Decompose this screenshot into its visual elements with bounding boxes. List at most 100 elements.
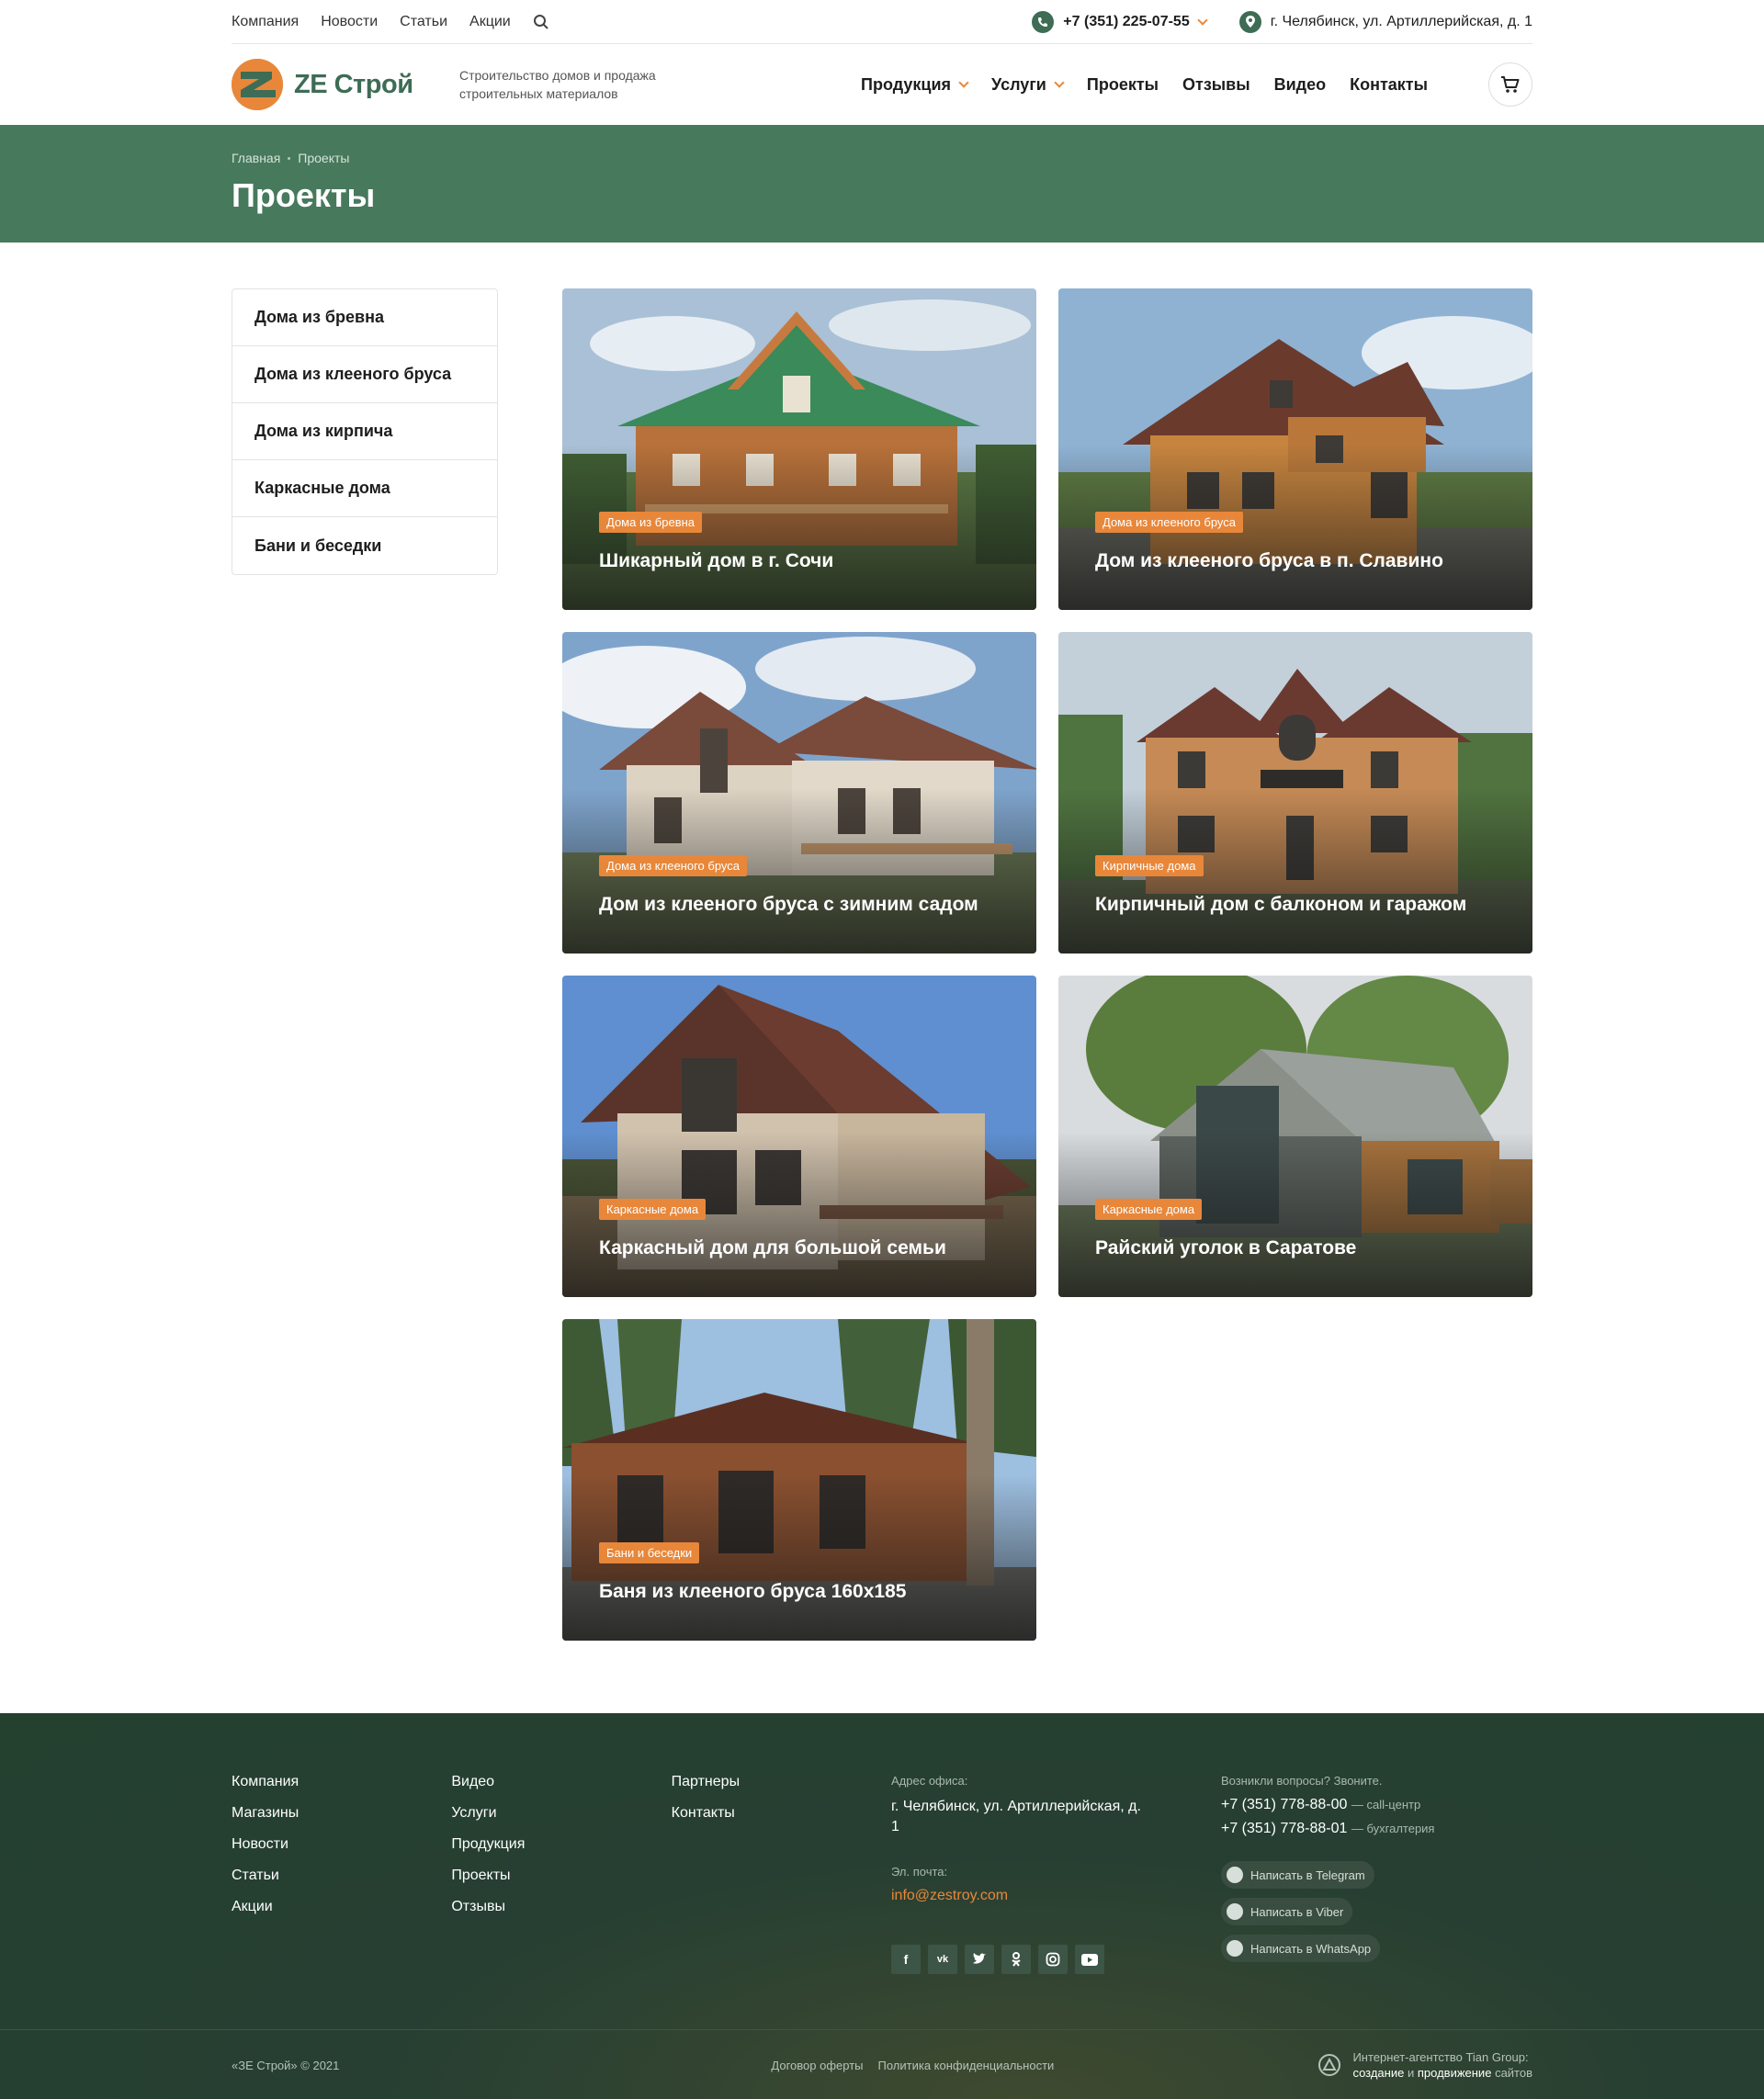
- project-title[interactable]: Баня из клееного бруса 160х185: [599, 1581, 906, 1603]
- projects-grid: Дома из бревна Шикарный дом в г. Сочи До…: [562, 288, 1532, 1641]
- top-link-company[interactable]: Компания: [232, 14, 299, 30]
- twitter-icon[interactable]: [964, 1945, 994, 1974]
- vk-icon[interactable]: vk: [927, 1945, 957, 1974]
- address-block: г. Челябинск, ул. Артиллерийская, д. 1: [1238, 10, 1532, 33]
- telegram-button[interactable]: Написать в Telegram: [1220, 1861, 1374, 1889]
- header-phone[interactable]: +7 (351) 225-07-55: [1063, 14, 1189, 30]
- footer-contacts: Возникли вопросы? Звоните. +7 (351) 778-…: [1220, 1774, 1532, 1974]
- cart-button[interactable]: [1488, 62, 1532, 107]
- project-card[interactable]: Кирпичные дома Кирпичный дом с балконом …: [1058, 632, 1532, 954]
- project-card[interactable]: Бани и беседки Баня из клееного бруса 16…: [562, 1319, 1036, 1641]
- top-link-articles[interactable]: Статьи: [400, 14, 447, 30]
- project-title[interactable]: Каркасный дом для большой семьи: [599, 1237, 946, 1259]
- footer-link[interactable]: Продукция: [451, 1836, 671, 1853]
- nav-projects[interactable]: Проекты: [1087, 75, 1159, 95]
- footer-col-services: Видео Услуги Продукция Проекты Отзывы: [451, 1774, 671, 1974]
- page-banner: Главная Проекты Проекты: [0, 125, 1764, 243]
- main-nav: Продукция Услуги Проекты Отзывы Видео Ко…: [861, 62, 1532, 107]
- sidebar-item-brick-houses[interactable]: Дома из кирпича: [232, 403, 497, 460]
- cart-icon: [1501, 76, 1520, 93]
- whatsapp-button[interactable]: Написать в WhatsApp: [1220, 1935, 1381, 1962]
- phone-dropdown[interactable]: +7 (351) 225-07-55: [1032, 10, 1208, 33]
- project-card[interactable]: Дома из клееного бруса Дом из клееного б…: [562, 632, 1036, 954]
- footer-bottom: «ЗЕ Строй» © 2021 Договор оферты Политик…: [0, 2029, 1764, 2099]
- agency-credit[interactable]: Интернет-агентство Tian Group: создание …: [1317, 2049, 1532, 2081]
- odnoklassniki-icon[interactable]: [1001, 1945, 1031, 1974]
- project-title[interactable]: Шикарный дом в г. Сочи: [599, 550, 833, 572]
- footer-link[interactable]: Видео: [451, 1774, 671, 1790]
- logo-mark-icon: [232, 59, 283, 110]
- address-label: Адрес офиса:: [890, 1774, 968, 1788]
- breadcrumb-separator: [288, 156, 291, 160]
- chevron-down-icon: [958, 77, 969, 88]
- footer-link[interactable]: Отзывы: [451, 1899, 671, 1915]
- footer-link[interactable]: Партнеры: [672, 1774, 891, 1790]
- project-category-badge: Каркасные дома: [599, 1199, 707, 1220]
- nav-video[interactable]: Видео: [1274, 75, 1327, 95]
- email-link[interactable]: info@zestroy.com: [891, 1888, 1221, 1904]
- main-header: ZE Строй Строительство домов и продажа с…: [232, 44, 1532, 125]
- project-card[interactable]: Дома из бревна Шикарный дом в г. Сочи: [562, 288, 1036, 610]
- phone-call-center[interactable]: +7 (351) 778-88-00 — call-центр: [1221, 1797, 1532, 1813]
- top-nav: Компания Новости Статьи Акции: [232, 14, 549, 30]
- tagline: Строительство домов и продажа строительн…: [459, 68, 656, 101]
- viber-button[interactable]: Написать в Viber: [1220, 1898, 1353, 1925]
- viber-icon: [1226, 1903, 1243, 1920]
- footer-office-info: Адрес офиса: г. Челябинск, ул. Артиллери…: [890, 1774, 1221, 1974]
- top-link-news[interactable]: Новости: [321, 14, 378, 30]
- nav-products[interactable]: Продукция: [861, 75, 969, 95]
- agency-logo-icon: [1318, 2054, 1341, 2076]
- breadcrumb-current: Проекты: [298, 151, 350, 165]
- footer-link[interactable]: Проекты: [451, 1868, 671, 1884]
- header-address: г. Челябинск, ул. Артиллерийская, д. 1: [1270, 13, 1532, 29]
- projects-content: Дома из бревна Дома из клееного бруса До…: [232, 243, 1532, 1641]
- offer-agreement-link[interactable]: Договор оферты: [771, 2059, 863, 2072]
- footer-col-company: Компания Магазины Новости Статьи Акции: [232, 1774, 451, 1974]
- privacy-policy-link[interactable]: Политика конфиденциальности: [878, 2059, 1055, 2072]
- page-title: Проекты: [232, 176, 376, 214]
- breadcrumb: Главная Проекты: [232, 151, 1532, 165]
- instagram-icon[interactable]: [1037, 1945, 1068, 1974]
- footer-link[interactable]: Компания: [232, 1774, 451, 1790]
- agency-services: создание и продвижение сайтов: [1352, 2066, 1532, 2080]
- category-sidebar: Дома из бревна Дома из клееного бруса До…: [232, 288, 498, 575]
- project-title[interactable]: Райский уголок в Саратове: [1095, 1237, 1356, 1259]
- project-card[interactable]: Каркасные дома Райский уголок в Саратове: [1058, 976, 1532, 1297]
- project-card[interactable]: Дома из клееного бруса Дом из клееного б…: [1058, 288, 1532, 610]
- nav-contacts[interactable]: Контакты: [1350, 75, 1428, 95]
- top-contacts: +7 (351) 225-07-55 г. Челябинск, ул. Арт…: [1032, 10, 1532, 33]
- project-category-badge: Кирпичные дома: [1095, 855, 1204, 876]
- project-card[interactable]: Каркасные дома Каркасный дом для большой…: [562, 976, 1036, 1297]
- youtube-icon[interactable]: [1074, 1945, 1104, 1974]
- sidebar-item-frame-houses[interactable]: Каркасные дома: [232, 460, 497, 517]
- footer-link[interactable]: Контакты: [672, 1805, 891, 1822]
- logo-text: ZE Строй: [294, 69, 413, 99]
- footer-col-partners: Партнеры Контакты: [672, 1774, 891, 1974]
- logo[interactable]: ZE Строй: [232, 59, 459, 110]
- social-links: f vk: [890, 1945, 1221, 1974]
- search-icon[interactable]: [533, 14, 549, 30]
- nav-services[interactable]: Услуги: [991, 75, 1065, 95]
- site-footer: Компания Магазины Новости Статьи Акции В…: [0, 1713, 1764, 2099]
- footer-link[interactable]: Акции: [232, 1899, 451, 1915]
- email-label: Эл. почта:: [890, 1865, 948, 1879]
- telegram-icon: [1226, 1867, 1243, 1883]
- footer-link[interactable]: Магазины: [232, 1805, 451, 1822]
- sidebar-item-log-houses[interactable]: Дома из бревна: [232, 289, 497, 346]
- phone-accounting[interactable]: +7 (351) 778-88-01 — бухгалтерия: [1221, 1821, 1532, 1837]
- nav-reviews[interactable]: Отзывы: [1182, 75, 1250, 95]
- facebook-icon[interactable]: f: [890, 1945, 921, 1974]
- breadcrumb-home[interactable]: Главная: [232, 151, 280, 165]
- project-title[interactable]: Дом из клееного бруса в п. Славино: [1095, 550, 1443, 572]
- sidebar-item-glulam-houses[interactable]: Дома из клееного бруса: [232, 346, 497, 403]
- project-category-badge: Дома из клееного бруса: [599, 855, 747, 876]
- office-address: г. Челябинск, ул. Артиллерийская, д. 1: [890, 1799, 1141, 1834]
- footer-link[interactable]: Новости: [232, 1836, 451, 1853]
- sidebar-item-saunas[interactable]: Бани и беседки: [232, 517, 497, 574]
- project-title[interactable]: Кирпичный дом с балконом и гаражом: [1095, 894, 1466, 916]
- chevron-down-icon: [1197, 14, 1208, 26]
- project-title[interactable]: Дом из клееного бруса с зимним садом: [599, 894, 978, 916]
- top-link-promos[interactable]: Акции: [469, 14, 511, 30]
- footer-link[interactable]: Услуги: [451, 1805, 671, 1822]
- footer-link[interactable]: Статьи: [232, 1868, 451, 1884]
